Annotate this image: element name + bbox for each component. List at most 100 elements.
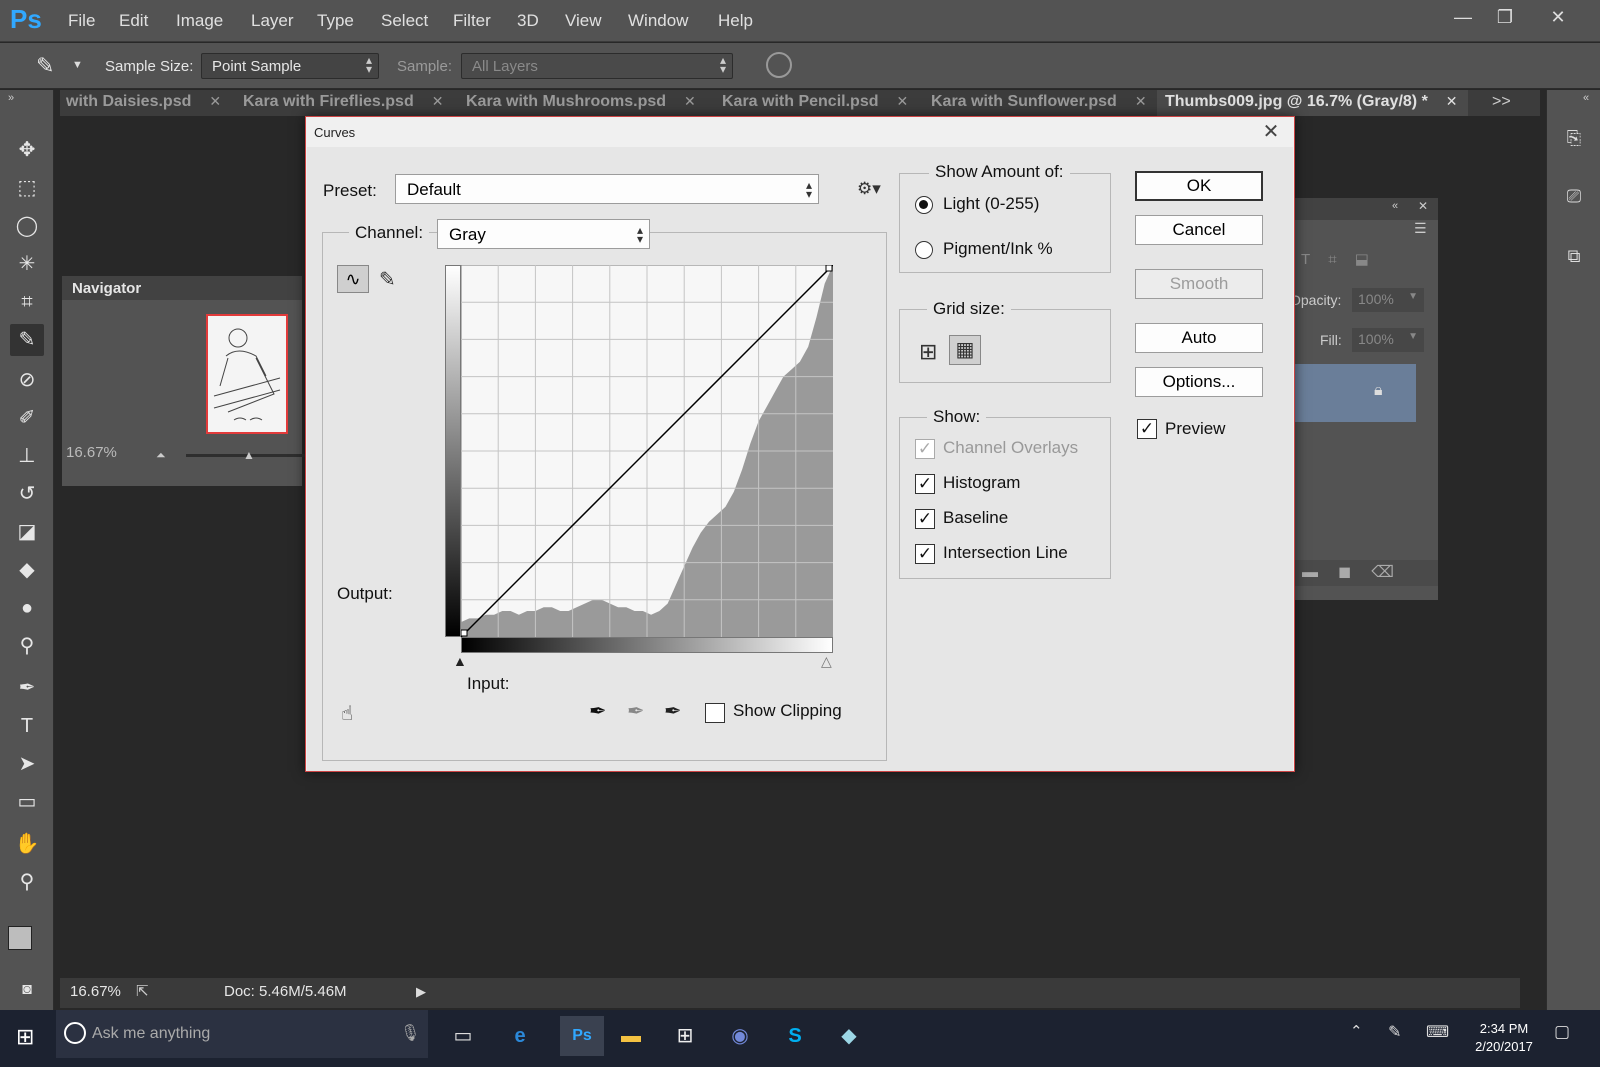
history-brush-tool-icon[interactable]: ↺ xyxy=(10,478,44,510)
store-icon[interactable]: ⊞ xyxy=(670,1022,700,1050)
tool-preset-chevron-icon[interactable]: ▼ xyxy=(72,59,83,71)
photoshop-taskbar-icon[interactable]: Ps xyxy=(560,1016,604,1056)
cortana-search[interactable]: Ask me anything 🎙︎ xyxy=(56,1010,428,1058)
keyboard-icon[interactable]: ⌨ xyxy=(1426,1022,1449,1042)
action-center-icon[interactable]: ▢ xyxy=(1554,1022,1570,1042)
draw-pencil-icon[interactable]: ✎ xyxy=(379,267,396,292)
eyedropper-tool-icon[interactable]: ✎ xyxy=(36,53,54,79)
white-point-eyedropper-icon[interactable]: ✒ xyxy=(664,699,682,724)
menu-view[interactable]: View xyxy=(565,11,602,31)
gray-point-eyedropper-icon[interactable]: ✒ xyxy=(627,699,645,724)
menu-edit[interactable]: Edit xyxy=(119,11,148,31)
smooth-button[interactable]: Smooth xyxy=(1135,269,1263,299)
menu-select[interactable]: Select xyxy=(381,11,428,31)
quick-mask-icon[interactable]: ◙ xyxy=(10,974,44,1006)
menu-type[interactable]: Type xyxy=(317,11,354,31)
close-icon[interactable]: ✕ xyxy=(1446,93,1458,109)
curve-control-point[interactable] xyxy=(461,629,468,637)
expand-panel-icon[interactable]: » xyxy=(8,92,14,104)
menu-filter[interactable]: Filter xyxy=(453,11,491,31)
close-icon[interactable]: ✕ xyxy=(896,93,908,109)
navigator-thumbnail[interactable] xyxy=(206,314,288,434)
hand-tool-icon[interactable]: ✋ xyxy=(10,828,44,860)
doc-tab-active[interactable]: Thumbs009.jpg @ 16.7% (Gray/8) * ✕ xyxy=(1157,90,1468,116)
close-window-button[interactable]: ✕ xyxy=(1541,5,1575,29)
windows-start-icon[interactable]: ⊞ xyxy=(16,1024,34,1050)
intersection-line-checkbox[interactable]: ✓ xyxy=(915,544,935,564)
sample-size-select[interactable]: Point Sample ▴ ▾ xyxy=(201,53,379,79)
clone-stamp-tool-icon[interactable]: ⊥ xyxy=(10,440,44,472)
auto-button[interactable]: Auto xyxy=(1135,323,1263,353)
pen-tray-icon[interactable]: ✎ xyxy=(1388,1022,1401,1042)
edge-icon[interactable]: e xyxy=(505,1022,535,1050)
dodge-tool-icon[interactable]: ⚲ xyxy=(10,630,44,662)
options-button[interactable]: Options... xyxy=(1135,367,1263,397)
task-view-icon[interactable]: ▭ xyxy=(448,1022,478,1050)
app-icon[interactable]: ◆ xyxy=(834,1022,864,1050)
paint-bucket-tool-icon[interactable]: ◆ xyxy=(10,554,44,586)
grid-simple-icon[interactable]: ⊞ xyxy=(919,339,937,365)
sample-select[interactable]: All Layers ▴ ▾ xyxy=(461,53,733,79)
doc-tab[interactable]: Kara with Sunflower.psd ✕ xyxy=(931,90,1147,116)
black-point-slider[interactable]: ▲ xyxy=(453,653,467,669)
pen-tool-icon[interactable]: ✒ xyxy=(10,672,44,704)
eyedropper-tool-icon[interactable]: ✎ xyxy=(10,324,44,356)
microphone-icon[interactable]: 🎙︎ xyxy=(400,1023,420,1043)
tabs-overflow-icon[interactable]: >> xyxy=(1492,93,1511,111)
black-point-eyedropper-icon[interactable]: ✒ xyxy=(589,699,607,724)
on-image-adjustment-icon[interactable]: ☝ xyxy=(341,701,353,726)
menu-3d[interactable]: 3D xyxy=(517,11,539,31)
preset-options-gear-icon[interactable]: ⚙▾ xyxy=(857,179,881,199)
discord-icon[interactable]: ◉ xyxy=(725,1022,755,1050)
magic-wand-tool-icon[interactable]: ✳ xyxy=(10,248,44,280)
menu-file[interactable]: File xyxy=(68,11,95,31)
menu-layer[interactable]: Layer xyxy=(251,11,294,31)
tray-overflow-icon[interactable]: ⌃ xyxy=(1350,1022,1363,1040)
status-zoom[interactable]: 16.67% xyxy=(70,983,121,1000)
doc-tab[interactable]: Kara with Pencil.psd ✕ xyxy=(722,90,908,116)
history-panel-icon[interactable]: ⎘ xyxy=(1557,128,1591,158)
zoom-tool-icon[interactable]: ⚲ xyxy=(10,866,44,898)
baseline-checkbox[interactable]: ✓ xyxy=(915,509,935,529)
skype-icon[interactable]: S xyxy=(780,1022,810,1050)
collapse-icon[interactable]: « xyxy=(1392,200,1398,212)
histogram-checkbox[interactable]: ✓ xyxy=(915,474,935,494)
close-panel-icon[interactable]: ✕ xyxy=(1418,199,1428,213)
close-icon[interactable]: ✕ xyxy=(1135,93,1147,109)
status-menu-arrow-icon[interactable]: ▶ xyxy=(416,984,426,1000)
layer-action-icons[interactable]: ▬◼⌫ xyxy=(1302,562,1414,582)
export-icon[interactable]: ⇱ xyxy=(136,982,149,1000)
zoom-slider-thumb[interactable]: ▲ xyxy=(243,448,255,462)
file-explorer-icon[interactable]: ▬ xyxy=(616,1022,646,1050)
minimize-button[interactable]: — xyxy=(1446,5,1480,29)
white-point-slider[interactable]: △ xyxy=(821,653,832,670)
opacity-field[interactable]: 100% ▼ xyxy=(1352,288,1424,312)
marquee-tool-icon[interactable]: ⬚ xyxy=(10,172,44,204)
curves-graph[interactable] xyxy=(461,265,833,637)
cancel-button[interactable]: Cancel xyxy=(1135,215,1263,245)
close-icon[interactable]: ✕ xyxy=(432,93,444,109)
doc-tab[interactable]: Kara with Mushrooms.psd ✕ xyxy=(466,90,696,116)
properties-panel-icon[interactable]: ⎚ xyxy=(1557,186,1591,216)
menu-help[interactable]: Help xyxy=(718,11,753,31)
lasso-tool-icon[interactable]: ◯ xyxy=(10,210,44,242)
curve-control-point[interactable] xyxy=(825,265,833,272)
move-tool-icon[interactable]: ✥ xyxy=(10,134,44,166)
close-icon[interactable]: ✕ xyxy=(209,93,221,109)
navigator-zoom-value[interactable]: 16.67% xyxy=(66,444,117,461)
brush-tool-icon[interactable]: ✐ xyxy=(10,402,44,434)
preset-select[interactable]: Default ▴ ▾ xyxy=(395,174,819,204)
panel-menu-icon[interactable]: ☰ xyxy=(1414,220,1427,237)
type-tool-icon[interactable]: T xyxy=(10,710,44,742)
libraries-panel-icon[interactable]: ⧉ xyxy=(1557,246,1591,276)
doc-tab[interactable]: with Daisies.psd ✕ xyxy=(66,90,221,116)
dialog-close-icon[interactable]: ✕ xyxy=(1256,119,1286,144)
ok-button[interactable]: OK xyxy=(1135,171,1263,201)
menu-image[interactable]: Image xyxy=(176,11,223,31)
show-clipping-checkbox[interactable] xyxy=(705,703,725,723)
zoom-out-icon[interactable]: ⏶ xyxy=(156,448,166,463)
crop-tool-icon[interactable]: ⌗ xyxy=(10,286,44,318)
curve-edit-points-icon[interactable]: ∿ xyxy=(337,265,369,293)
navigator-tab[interactable]: Navigator xyxy=(72,280,141,297)
doc-tab[interactable]: Kara with Fireflies.psd ✕ xyxy=(243,90,443,116)
